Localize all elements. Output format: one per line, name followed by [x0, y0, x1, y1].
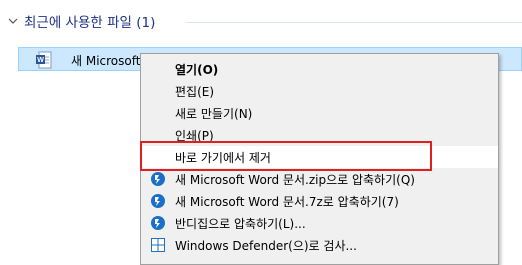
- menu-item-label: 바로 가기에서 제거: [175, 151, 271, 165]
- context-menu: 열기(O) 편집(E) 새로 만들기(N) 인쇄(P) 바로 가기에서 제거 새…: [140, 53, 499, 265]
- group-title: 최근에 사용한 파일 (1): [24, 15, 156, 31]
- menu-item-label: 반디집으로 압축하기(L)...: [175, 217, 306, 231]
- bandizip-icon: [151, 216, 165, 230]
- menu-item-bandizip[interactable]: 반디집으로 압축하기(L)...: [141, 212, 498, 234]
- menu-item-edit[interactable]: 편집(E): [141, 80, 498, 102]
- menu-item-label: 새 Microsoft Word 문서.7z로 압축하기(7): [175, 195, 399, 209]
- menu-item-remove-from-quick-access[interactable]: 바로 가기에서 제거: [141, 146, 498, 168]
- menu-item-label: 인쇄(P): [175, 129, 214, 143]
- menu-item-compress-zip[interactable]: 새 Microsoft Word 문서.zip으로 압축하기(Q): [141, 168, 498, 190]
- menu-item-label: 편집(E): [175, 85, 215, 99]
- menu-item-label: 새로 만들기(N): [175, 107, 253, 121]
- svg-text:W: W: [37, 57, 44, 64]
- menu-item-label: 새 Microsoft Word 문서.zip으로 압축하기(Q): [175, 173, 415, 187]
- group-divider: [186, 22, 522, 23]
- menu-item-label: 열기(O): [175, 63, 219, 77]
- menu-item-print[interactable]: 인쇄(P): [141, 124, 498, 146]
- menu-item-defender-scan[interactable]: Windows Defender(으)로 검사...: [141, 234, 498, 256]
- bandizip-icon: [151, 194, 165, 208]
- chevron-down-icon: [8, 18, 18, 24]
- menu-item-compress-7z[interactable]: 새 Microsoft Word 문서.7z로 압축하기(7): [141, 190, 498, 212]
- menu-item-open[interactable]: 열기(O): [141, 58, 498, 80]
- menu-item-new[interactable]: 새로 만들기(N): [141, 102, 498, 124]
- windows-defender-icon: [151, 238, 165, 252]
- group-header[interactable]: 최근에 사용한 파일 (1): [8, 11, 155, 31]
- bandizip-icon: [151, 172, 165, 186]
- word-document-icon: W: [36, 51, 52, 69]
- menu-item-label: Windows Defender(으)로 검사...: [175, 239, 357, 253]
